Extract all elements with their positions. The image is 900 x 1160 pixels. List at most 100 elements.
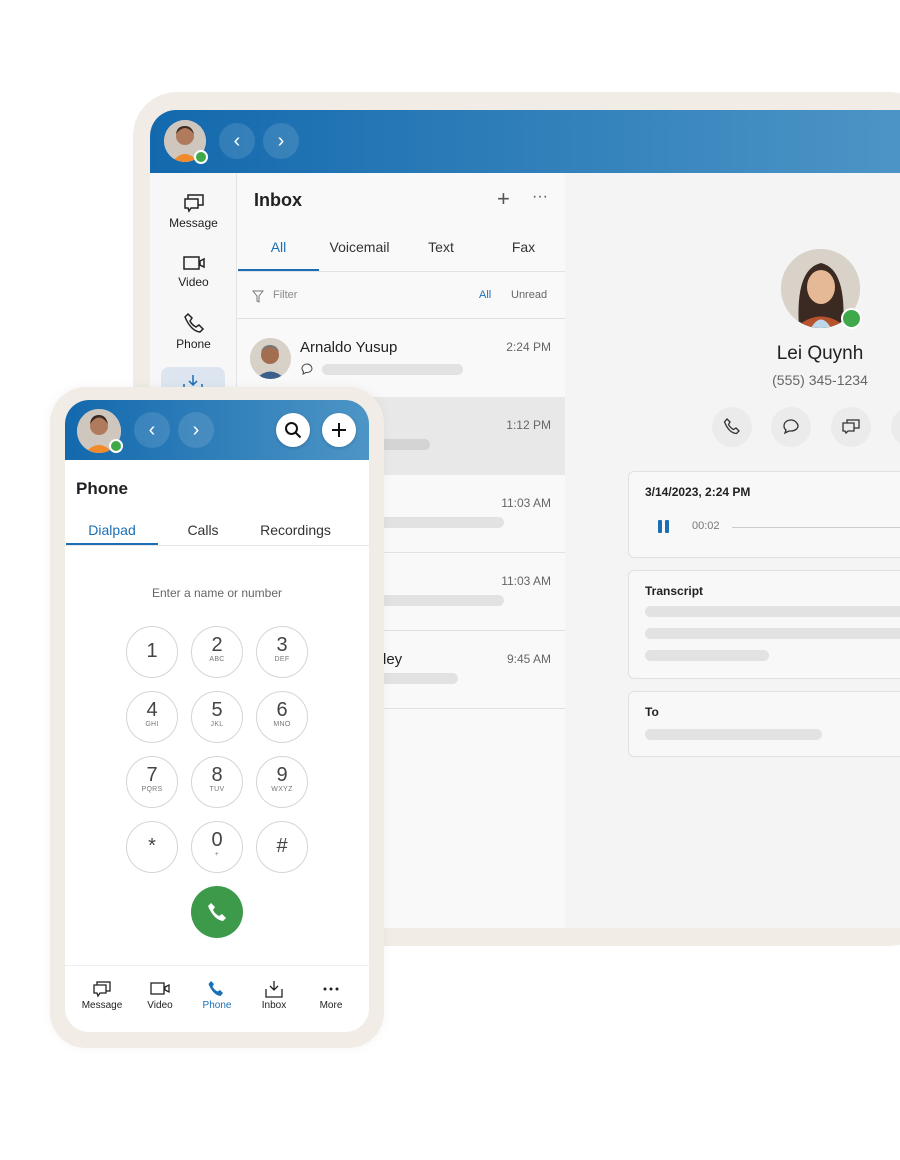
sidebar-item-label: Phone: [176, 337, 211, 351]
transcript-card: Transcript: [628, 570, 900, 679]
dialpad-key[interactable]: 0 +: [191, 821, 243, 873]
tab-voicemail[interactable]: Voicemail: [319, 239, 400, 271]
phone-screen: ‹ › Phone Dialpad Calls Recordings Enter…: [65, 400, 369, 1032]
dialpad-key[interactable]: 1: [126, 626, 178, 678]
filter-all[interactable]: All: [479, 289, 491, 301]
filter-unread[interactable]: Unread: [511, 289, 547, 301]
sidebar-item-message[interactable]: Message: [150, 193, 237, 230]
more-icon: [323, 987, 339, 991]
dialpad-key[interactable]: 9 WXYZ: [256, 756, 308, 808]
dialpad-key[interactable]: 6 MNO: [256, 691, 308, 743]
add-button[interactable]: [322, 413, 356, 447]
message-time: 11:03 AM: [501, 574, 551, 588]
nav-video[interactable]: Video: [130, 980, 190, 1011]
message-icon: [842, 419, 860, 435]
dialpad-key[interactable]: 8 TUV: [191, 756, 243, 808]
call-button[interactable]: [712, 407, 752, 447]
voicemail-date: 3/14/2023, 2:24 PM: [645, 485, 751, 499]
transcript-label: Transcript: [645, 584, 704, 598]
inbox-row[interactable]: Arnaldo Yusup 2:24 PM: [237, 319, 565, 397]
add-button[interactable]: +: [497, 186, 510, 212]
phone-icon: [723, 418, 740, 435]
dialpad-key[interactable]: 3 DEF: [256, 626, 308, 678]
dialpad-key[interactable]: 7 PQRS: [126, 756, 178, 808]
bottom-nav: Message Video Phone Inbox More: [65, 965, 369, 1032]
key-letters: PQRS: [141, 786, 163, 793]
more-options-button[interactable]: ···: [532, 188, 548, 206]
number-input[interactable]: Enter a name or number: [65, 586, 369, 600]
filter-icon[interactable]: [252, 290, 264, 303]
dialpad-key[interactable]: 4 GHI: [126, 691, 178, 743]
video-icon: [182, 256, 205, 270]
message-icon: [93, 981, 111, 998]
contact-name: ley: [383, 651, 403, 668]
message-time: 1:12 PM: [506, 418, 551, 432]
sidebar-item-label: Message: [169, 216, 218, 230]
back-button[interactable]: ‹: [219, 123, 255, 159]
message-time: 11:03 AM: [501, 496, 551, 510]
key-letters: GHI: [145, 721, 159, 728]
inbox-title: Inbox: [254, 190, 302, 210]
phone-icon: [208, 903, 226, 921]
chat-button[interactable]: [771, 407, 811, 447]
key-digit: 0: [211, 829, 223, 851]
key-letters: DEF: [274, 656, 290, 663]
contact-phone: (555) 345-1234: [772, 372, 868, 388]
pause-icon[interactable]: [658, 520, 662, 533]
key-digit: 3: [276, 634, 288, 656]
key-digit: 9: [276, 764, 288, 786]
key-digit: 8: [211, 764, 223, 786]
tab-calls[interactable]: Calls: [158, 522, 248, 545]
phone-header: ‹ ›: [65, 400, 369, 460]
online-status-icon: [194, 150, 208, 164]
more-actions-button[interactable]: [891, 407, 900, 447]
nav-message[interactable]: Message: [72, 980, 132, 1011]
key-digit: #: [276, 835, 288, 857]
key-letters: JKL: [210, 721, 224, 728]
message-time: 9:45 AM: [506, 652, 551, 666]
message-button[interactable]: [831, 407, 871, 447]
dialpad-key[interactable]: *: [126, 821, 178, 873]
chat-icon: [301, 363, 313, 375]
plus-icon: [332, 423, 346, 437]
tab-recordings[interactable]: Recordings: [248, 522, 343, 545]
dialpad-key[interactable]: #: [256, 821, 308, 873]
video-icon: [150, 982, 170, 995]
contact-name: Lei Quynh: [776, 343, 864, 364]
dialpad-key[interactable]: 2 ABC: [191, 626, 243, 678]
call-button[interactable]: [191, 886, 243, 938]
tab-text[interactable]: Text: [400, 239, 482, 271]
key-digit: 5: [211, 699, 223, 721]
online-status-icon: [109, 439, 123, 453]
tab-dialpad[interactable]: Dialpad: [66, 522, 158, 545]
nav-inbox[interactable]: Inbox: [244, 980, 304, 1011]
inbox-icon: [265, 981, 283, 998]
contact-detail: Lei Quynh (555) 345-1234 3/14/2023, 2:24…: [565, 173, 900, 928]
sidebar-item-phone[interactable]: Phone: [150, 312, 237, 351]
key-letters: WXYZ: [271, 786, 293, 793]
back-button[interactable]: ‹: [134, 412, 170, 448]
phone-icon: [208, 981, 223, 996]
key-digit: *: [148, 835, 156, 857]
chat-icon: [783, 419, 799, 435]
nav-more[interactable]: More: [301, 980, 361, 1011]
sidebar-item-video[interactable]: Video: [150, 254, 237, 289]
filter-input[interactable]: Filter: [273, 289, 297, 301]
nav-phone[interactable]: Phone: [187, 980, 247, 1011]
voicemail-card: 3/14/2023, 2:24 PM 00:02: [628, 471, 900, 558]
phone-icon: [183, 312, 204, 333]
message-time: 2:24 PM: [506, 340, 551, 354]
playback-slider[interactable]: [732, 527, 900, 528]
key-letters: +: [214, 851, 220, 858]
search-button[interactable]: [276, 413, 310, 447]
forward-button[interactable]: ›: [178, 412, 214, 448]
message-preview: [322, 364, 463, 375]
key-digit: 7: [146, 764, 158, 786]
tab-fax[interactable]: Fax: [482, 239, 565, 271]
phone-tabs: Dialpad Calls Recordings: [66, 522, 369, 546]
tab-all[interactable]: All: [238, 239, 319, 271]
dialpad-key[interactable]: 5 JKL: [191, 691, 243, 743]
forward-button[interactable]: ›: [263, 123, 299, 159]
app-header: ‹ ›: [150, 110, 900, 173]
sidebar-item-label: Video: [178, 275, 209, 289]
